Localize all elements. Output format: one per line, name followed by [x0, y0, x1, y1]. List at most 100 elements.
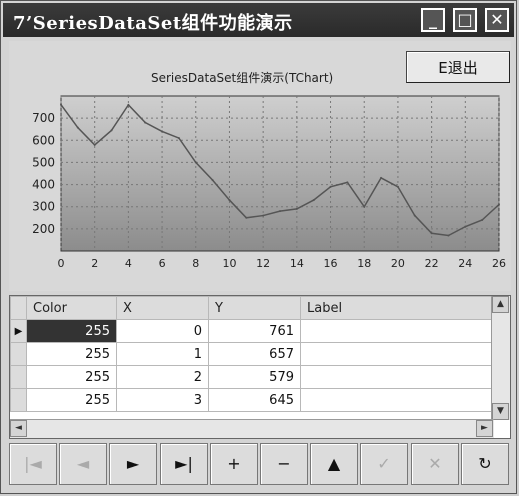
x-tick-label: 24	[458, 257, 472, 270]
cancel-button[interactable]: ✕	[411, 443, 459, 485]
cell-x[interactable]: 1	[116, 342, 209, 366]
data-point	[262, 214, 265, 217]
last-button[interactable]: ►|	[160, 443, 208, 485]
data-point	[481, 219, 484, 221]
x-tick-label: 4	[125, 257, 132, 270]
data-point	[93, 143, 96, 146]
delete-button[interactable]: −	[260, 443, 308, 485]
data-point	[295, 207, 298, 210]
data-point	[279, 210, 281, 213]
exit-button[interactable]: E退出	[406, 51, 510, 83]
cell-color[interactable]: 255	[26, 342, 117, 366]
y-tick-label: 500	[32, 155, 55, 169]
cell-x[interactable]: 3	[116, 388, 209, 412]
x-tick-label: 16	[324, 257, 338, 270]
grid-table: Color X Y Label ▶ 255 0 761 255 1 657 25…	[10, 296, 495, 412]
current-row-icon: ▶	[10, 319, 27, 343]
scroll-up-icon[interactable]: ▲	[492, 296, 509, 313]
data-point	[363, 205, 366, 208]
x-tick-label: 26	[492, 257, 506, 270]
cell-label[interactable]	[300, 365, 495, 389]
next-button[interactable]: ►	[109, 443, 157, 485]
data-point	[76, 126, 79, 129]
row-indicator	[10, 365, 27, 389]
cell-y[interactable]: 657	[208, 342, 301, 366]
cell-label[interactable]	[300, 388, 495, 412]
data-point	[245, 216, 248, 219]
cell-color[interactable]: 255	[26, 319, 117, 343]
data-point	[177, 137, 180, 140]
row-indicator	[10, 342, 27, 366]
data-point	[127, 103, 130, 106]
plot-area	[60, 95, 500, 252]
table-row[interactable]: 255 1 657	[10, 342, 495, 366]
cell-x[interactable]: 2	[116, 365, 209, 389]
prior-button[interactable]: ◄	[59, 443, 107, 485]
x-tick-label: 12	[256, 257, 270, 270]
table-row[interactable]: 255 2 579	[10, 365, 495, 389]
x-tick-label: 18	[357, 257, 371, 270]
edit-icon: ▲	[327, 454, 341, 473]
cell-x[interactable]: 0	[116, 319, 209, 343]
delete-icon: −	[277, 454, 291, 473]
y-tick-label: 700	[32, 111, 55, 125]
vertical-scrollbar[interactable]: ▲ ▼	[491, 296, 510, 420]
data-point	[228, 199, 231, 202]
data-point	[161, 130, 164, 133]
x-tick-label: 10	[222, 257, 236, 270]
x-tick-label: 14	[290, 257, 304, 270]
scroll-down-icon[interactable]: ▼	[492, 403, 509, 420]
cell-y[interactable]: 645	[208, 388, 301, 412]
x-tick-label: 6	[159, 257, 166, 270]
data-point	[464, 225, 467, 228]
y-tick-label: 200	[32, 222, 55, 236]
prior-icon: ◄	[76, 454, 90, 473]
first-icon: |◄	[24, 454, 42, 473]
data-grid[interactable]: Color X Y Label ▶ 255 0 761 255 1 657 25…	[9, 295, 511, 439]
cancel-icon: ✕	[428, 454, 442, 473]
data-point	[380, 176, 383, 179]
data-point	[144, 121, 147, 124]
line-chart: 200300400500600700 0 2 4 6 8 10 12 14 16 18 20 22 24…	[32, 95, 506, 270]
cell-color[interactable]: 255	[26, 388, 117, 412]
data-point	[447, 234, 450, 237]
data-point	[60, 103, 62, 106]
cell-label[interactable]	[300, 319, 495, 343]
x-tick-label: 20	[391, 257, 405, 270]
cell-y[interactable]: 761	[208, 319, 301, 343]
cell-label[interactable]	[300, 342, 495, 366]
x-tick-label: 2	[91, 257, 98, 270]
column-header-color[interactable]: Color	[26, 296, 117, 320]
post-icon: ✓	[377, 454, 391, 473]
table-row[interactable]: ▶ 255 0 761	[10, 319, 495, 343]
column-header-y[interactable]: Y	[208, 296, 301, 320]
chart-title: SeriesDataSet组件演示(TChart)	[151, 71, 334, 85]
scroll-left-icon[interactable]: ◄	[10, 420, 27, 437]
data-point	[312, 199, 315, 202]
edit-button[interactable]: ▲	[310, 443, 358, 485]
insert-button[interactable]: +	[210, 443, 258, 485]
data-point	[211, 179, 214, 182]
x-tick-label: 0	[58, 257, 65, 270]
data-point	[413, 214, 416, 217]
horizontal-scrollbar[interactable]: ◄ ►	[10, 419, 494, 438]
db-navigator: |◄ ◄ ► ►| + − ▲ ✓ ✕ ↻	[9, 443, 511, 487]
column-header-label[interactable]: Label	[300, 296, 495, 320]
x-tick-label: 8	[192, 257, 199, 270]
refresh-button[interactable]: ↻	[461, 443, 509, 485]
table-row[interactable]: 255 3 645	[10, 388, 495, 412]
data-point	[329, 185, 332, 188]
data-point	[346, 181, 349, 184]
next-icon: ►	[126, 454, 140, 473]
column-header-x[interactable]: X	[116, 296, 209, 320]
data-point	[194, 161, 197, 164]
post-button[interactable]: ✓	[360, 443, 408, 485]
scroll-right-icon[interactable]: ►	[476, 420, 493, 437]
x-tick-label: 22	[425, 257, 439, 270]
app-window: 7’SeriesDataSet组件功能演示 _ □ ✕ 200 300 400 500…	[0, 0, 517, 494]
last-icon: ►|	[175, 454, 193, 473]
first-button[interactable]: |◄	[9, 443, 57, 485]
data-point	[110, 129, 113, 132]
cell-y[interactable]: 579	[208, 365, 301, 389]
cell-color[interactable]: 255	[26, 365, 117, 389]
